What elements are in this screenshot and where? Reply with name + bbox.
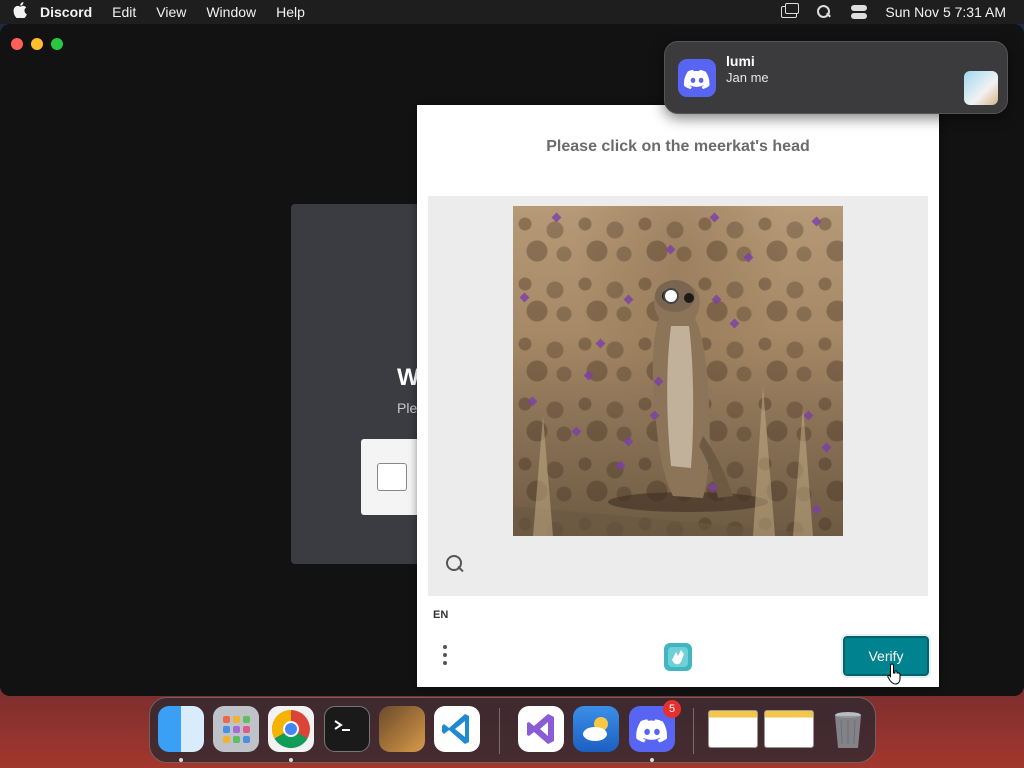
chrome-logo <box>271 709 310 749</box>
control-center-icon[interactable] <box>851 5 868 19</box>
menu-help[interactable]: Help <box>276 4 305 20</box>
zoom-icon[interactable] <box>445 554 467 576</box>
captcha-checkbox[interactable] <box>377 463 407 491</box>
captcha-task-area <box>428 196 928 596</box>
window-close-button[interactable] <box>11 38 23 50</box>
dock: 5 <box>149 697 876 763</box>
dock-separator <box>499 708 500 754</box>
vscode-logo <box>442 714 469 744</box>
discord-notification[interactable]: lumi Jan me <box>664 41 1008 114</box>
discord-logo-icon <box>683 69 710 90</box>
discord-badge: 5 <box>663 700 681 718</box>
captcha-prompt: Please click on the meerkat's head <box>546 138 810 155</box>
dock-running-indicator <box>289 758 293 762</box>
visual-studio-logo <box>527 714 554 744</box>
apple-icon <box>13 2 27 19</box>
dock-launchpad-icon[interactable] <box>213 706 259 752</box>
dock-garageband-icon[interactable] <box>379 706 425 752</box>
apple-menu[interactable] <box>0 2 40 22</box>
menu-app-discord[interactable]: Discord <box>40 4 92 20</box>
click-marker[interactable] <box>663 288 679 304</box>
menu-window[interactable]: Window <box>206 4 256 20</box>
discord-icon <box>678 59 716 97</box>
pointer-hand-icon <box>887 663 901 685</box>
dock-chrome-window-thumbnail[interactable] <box>764 710 814 748</box>
dock-vscode-icon[interactable] <box>434 706 480 752</box>
notification-title: lumi <box>726 53 755 69</box>
window-minimize-button[interactable] <box>31 38 43 50</box>
dock-running-indicator <box>179 758 183 762</box>
dock-visual-studio-icon[interactable] <box>518 706 564 752</box>
dock-separator <box>693 708 694 754</box>
terminal-prompt <box>334 720 350 731</box>
dock-chrome-window-thumbnail[interactable] <box>708 710 758 748</box>
menu-bar: Discord Edit View Window Help Sun Nov 5 … <box>0 0 1024 24</box>
weather-cloud <box>583 717 608 741</box>
login-card: W Ple <box>291 204 431 564</box>
login-subtitle: Ple <box>397 400 418 416</box>
stage-manager-icon[interactable] <box>781 3 800 18</box>
menu-edit[interactable]: Edit <box>112 4 136 20</box>
window-zoom-button[interactable] <box>51 38 63 50</box>
captcha-challenge-image[interactable] <box>513 206 843 536</box>
meerkat-figure <box>513 280 843 536</box>
dock-finder-icon[interactable] <box>158 706 204 752</box>
dock-trash-icon[interactable] <box>825 706 871 752</box>
captcha-dialog: Please click on the meerkat's head EN Ve… <box>417 105 939 687</box>
trash-can <box>835 712 861 748</box>
menu-view[interactable]: View <box>156 4 186 20</box>
notification-body: Jan me <box>726 70 769 85</box>
dock-running-indicator <box>650 758 654 762</box>
dock-weather-icon[interactable] <box>573 706 619 752</box>
menu-clock[interactable]: Sun Nov 5 7:31 AM <box>885 4 1006 20</box>
more-options-icon[interactable] <box>439 645 451 669</box>
dock-chrome-icon[interactable] <box>268 706 314 752</box>
launchpad-grid <box>223 716 250 743</box>
verify-button[interactable]: Verify <box>841 634 931 678</box>
language-selector[interactable]: EN <box>433 609 448 621</box>
dock-discord-icon[interactable]: 5 <box>629 700 681 752</box>
sender-avatar <box>964 71 998 105</box>
hcaptcha-logo-icon <box>664 643 692 671</box>
spotlight-search-icon[interactable] <box>815 5 833 19</box>
dock-terminal-icon[interactable] <box>324 706 370 752</box>
